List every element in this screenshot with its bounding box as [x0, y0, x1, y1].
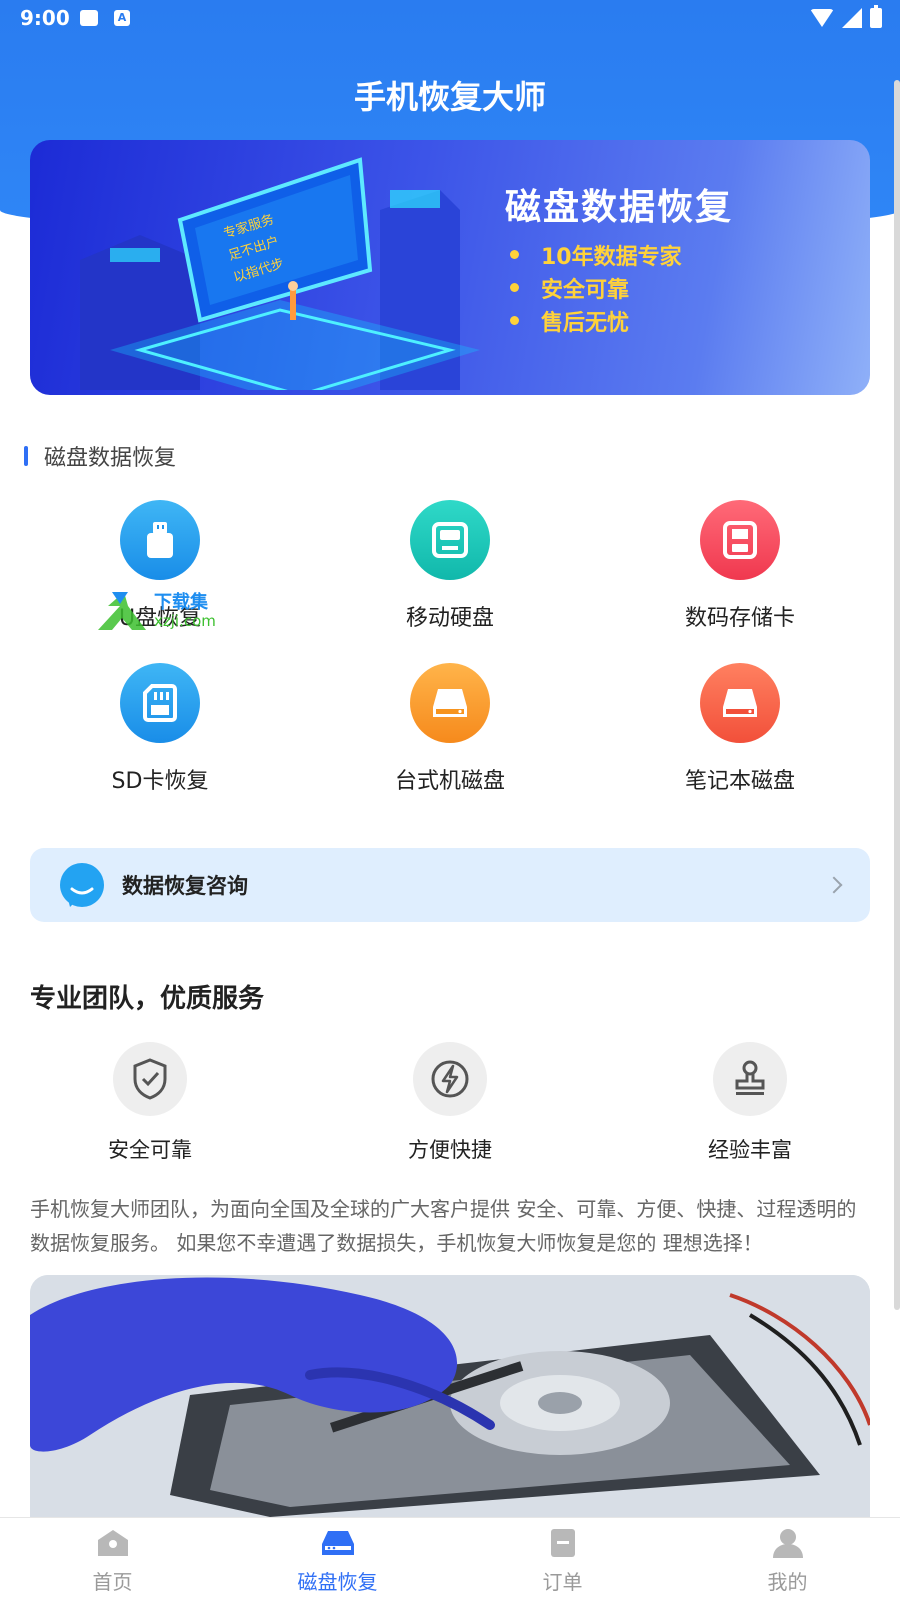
bullet-dot-icon	[510, 316, 519, 325]
tab-profile[interactable]: 我的	[675, 1518, 900, 1600]
portable-disk-icon	[410, 500, 490, 580]
section-title: 磁盘数据恢复	[44, 446, 177, 471]
banner-heading: 磁盘数据恢复	[505, 187, 734, 228]
consult-button[interactable]: 数据恢复咨询	[30, 848, 870, 922]
banner-bullet: 10年数据专家	[510, 238, 682, 271]
shield-check-icon	[113, 1042, 187, 1116]
bullet-dot-icon	[510, 283, 519, 292]
image-notification-icon	[80, 10, 98, 26]
section-accent-bar	[24, 446, 28, 466]
wifi-icon	[810, 9, 834, 27]
team-description: 手机恢复大师团队，为面向全国及全球的广大客户提供 安全、可靠、方便、快捷、过程透…	[30, 1197, 857, 1255]
tab-disk-recovery[interactable]: 磁盘恢复	[225, 1518, 450, 1600]
category-label: SD卡恢复	[111, 769, 209, 794]
consult-label: 数据恢复咨询	[122, 874, 248, 898]
category-laptop-disk[interactable]: 笔记本磁盘	[595, 663, 885, 795]
feature-item: 方便快捷	[350, 1042, 550, 1164]
chevron-right-icon	[825, 876, 843, 894]
status-time: 9:00	[20, 6, 70, 30]
bullet-dot-icon	[510, 250, 519, 259]
feature-item: 经验丰富	[650, 1042, 850, 1164]
signal-icon	[842, 8, 862, 28]
category-sd-card[interactable]: SD卡恢复	[15, 663, 305, 795]
hard-drive-photo	[30, 1275, 870, 1517]
lightning-icon	[413, 1042, 487, 1116]
category-desktop-disk[interactable]: 台式机磁盘	[305, 663, 595, 795]
category-label: 台式机磁盘	[394, 769, 505, 794]
banner-bullet: 安全可靠	[510, 271, 682, 304]
sd-card-icon	[120, 663, 200, 743]
tab-home[interactable]: 首页	[0, 1518, 225, 1600]
disk-icon	[321, 1531, 354, 1555]
a-notification-icon: A	[114, 10, 130, 26]
watermark-url: xzji.com	[154, 612, 216, 630]
memory-card-icon	[700, 500, 780, 580]
tab-label: 首页	[92, 1570, 133, 1594]
status-bar: 9:00 A	[0, 0, 900, 40]
feature-label: 方便快捷	[408, 1138, 492, 1162]
category-label: 移动硬盘	[405, 606, 494, 631]
watermark-logo: 下载集 xzji.com	[98, 592, 216, 630]
battery-icon	[870, 5, 882, 28]
category-label: 笔记本磁盘	[684, 769, 795, 794]
stamp-icon	[713, 1042, 787, 1116]
desktop-disk-icon	[410, 663, 490, 743]
category-label: 数码存储卡	[684, 606, 795, 631]
scrollbar[interactable]	[894, 80, 900, 1310]
laptop-disk-icon	[700, 663, 780, 743]
page-title: 手机恢复大师	[353, 78, 546, 116]
promo-banner[interactable]: 专家服务 足不出户 以指代步 磁盘数据恢复 10年数据专家 安全可靠 售后无忧	[30, 140, 870, 395]
profile-icon	[772, 1529, 803, 1558]
bottom-tab-bar: 首页 磁盘恢复 订单 我的	[0, 1517, 900, 1600]
order-icon	[550, 1529, 575, 1557]
tab-label: 我的	[767, 1570, 808, 1594]
tab-label: 订单	[542, 1570, 583, 1594]
feature-item: 安全可靠	[50, 1042, 250, 1164]
watermark-text: 下载集	[154, 592, 209, 613]
team-title: 专业团队，优质服务	[30, 984, 265, 1014]
isometric-server-illustration: 专家服务 足不出户 以指代步	[80, 157, 480, 390]
category-memory-card[interactable]: 数码存储卡	[595, 500, 885, 632]
usb-drive-icon	[120, 500, 200, 580]
feature-label: 安全可靠	[108, 1138, 192, 1162]
status-icons	[810, 5, 882, 28]
tab-orders[interactable]: 订单	[450, 1518, 675, 1600]
feature-label: 经验丰富	[708, 1138, 792, 1162]
chat-bubble-icon	[60, 863, 104, 907]
home-icon	[97, 1530, 128, 1556]
tab-label: 磁盘恢复	[297, 1570, 378, 1594]
banner-bullets: 10年数据专家 安全可靠 售后无忧	[510, 238, 682, 337]
section-header: 磁盘数据恢复	[24, 440, 176, 472]
banner-bullet: 售后无忧	[510, 304, 682, 337]
category-portable-disk[interactable]: 移动硬盘	[305, 500, 595, 632]
